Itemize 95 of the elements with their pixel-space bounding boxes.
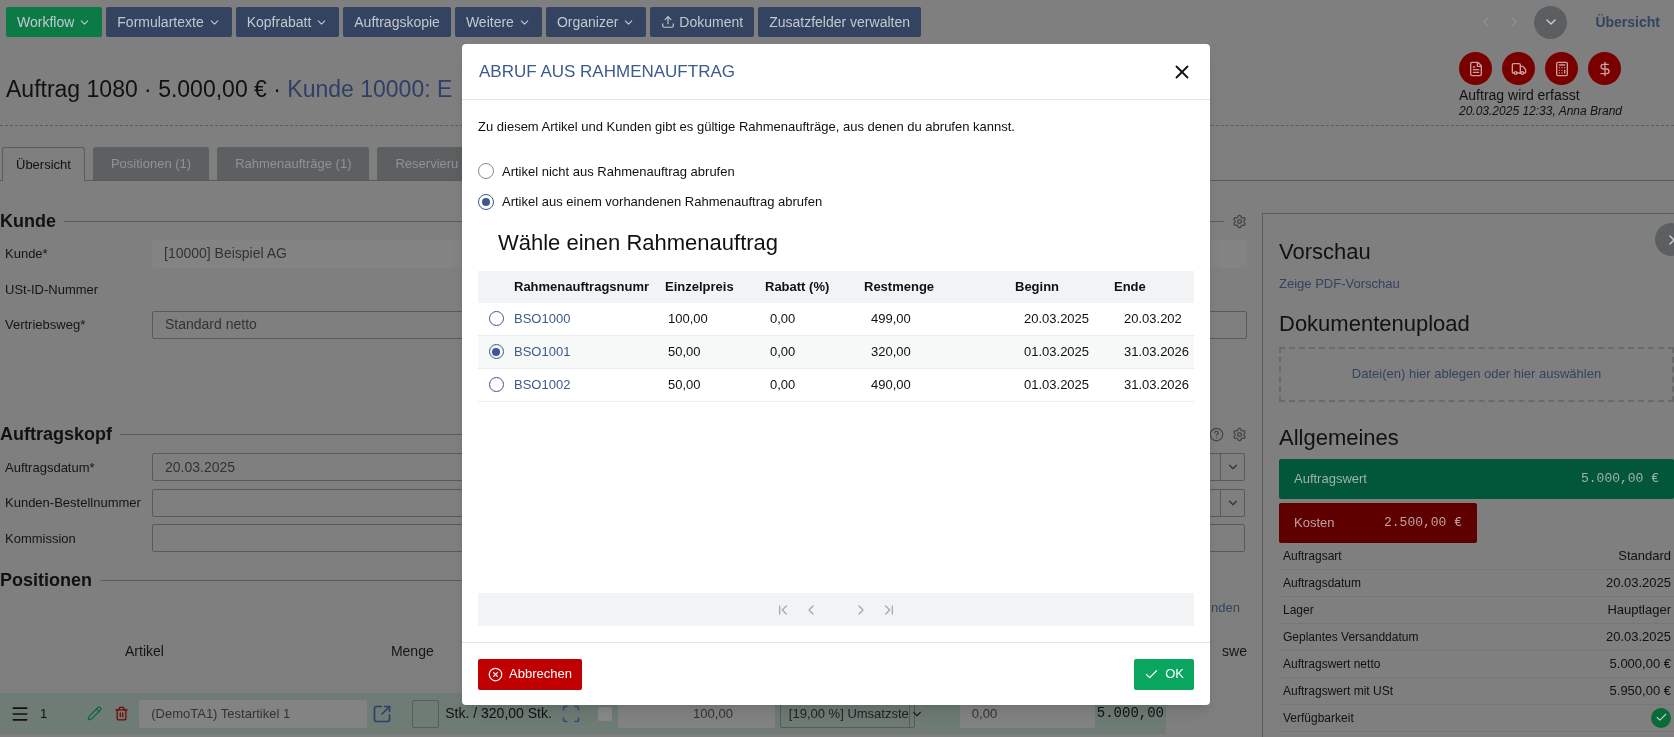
intro-text: Zu diesem Artikel und Kunden gibt es gültige Rahmenaufträge, aus denen du abrufen kannst. bbox=[478, 118, 1016, 136]
dropdown-button[interactable] bbox=[1534, 5, 1568, 39]
calculator-icon[interactable] bbox=[1545, 52, 1578, 85]
table-cell-text: 0,00 bbox=[769, 342, 797, 361]
fact-value: 20.03.2025 bbox=[1605, 573, 1671, 592]
fact-label: Auftragsart bbox=[1283, 547, 1342, 565]
toolbar-button[interactable]: Dokument bbox=[650, 7, 755, 37]
column-header: Einzelpreis bbox=[665, 277, 735, 296]
table-cell-text: 20.03.2025 bbox=[1023, 309, 1091, 328]
fact-label: Auftragswert mit USt bbox=[1283, 682, 1394, 700]
toolbar-button[interactable]: Zusatzfelder verwalten bbox=[758, 7, 921, 37]
external-link-icon[interactable] bbox=[372, 703, 393, 724]
contract-link[interactable]: BSO1000 bbox=[514, 308, 665, 329]
tab[interactable]: Übersicht bbox=[2, 147, 85, 181]
scan-icon[interactable] bbox=[560, 703, 581, 724]
quantity-text: Stk. / 320,00 Stk. bbox=[445, 704, 552, 723]
table-cell-text: 0,00 bbox=[769, 375, 797, 394]
section-title: Positionen bbox=[0, 568, 92, 592]
table-cell-text: 31.03.2026 bbox=[1123, 375, 1190, 394]
total-value: 5.000,00 bbox=[1096, 704, 1164, 723]
table-cell-text: 100,00 bbox=[667, 309, 709, 328]
radio-option[interactable]: Artikel aus einem vorhandenen Rahmenauftrag abrufen bbox=[478, 192, 1194, 212]
section-title: Auftragskopf bbox=[0, 423, 112, 446]
table-cell-text: 320,00 bbox=[870, 342, 912, 361]
cancel-icon bbox=[488, 666, 503, 682]
column-header: Artikel bbox=[125, 641, 164, 661]
cancel-button[interactable]: Abbrechen bbox=[478, 658, 582, 690]
delete-icon[interactable] bbox=[114, 706, 130, 721]
help-icon[interactable] bbox=[1209, 427, 1224, 442]
toolbar-button[interactable]: Formulartexte bbox=[106, 7, 232, 37]
panel-title: Dokumentenupload bbox=[1279, 309, 1470, 338]
column-header: Menge bbox=[390, 641, 434, 661]
toolbar-button[interactable]: Organizer bbox=[545, 7, 647, 37]
toolbar-button[interactable]: Kopfrabatt bbox=[235, 7, 340, 37]
fact-value: 20.03.2025 bbox=[1605, 627, 1671, 646]
cost-bar: Kosten 2.500,00 € bbox=[1279, 502, 1477, 543]
quantity-field[interactable] bbox=[412, 699, 440, 728]
fact-value: 5.950,00 € bbox=[1609, 681, 1671, 700]
column-header: Rabatt (%) bbox=[765, 277, 831, 296]
article-field[interactable]: (DemoTA1) Testartikel 1 bbox=[139, 699, 368, 728]
table-cell-text: 31.03.2026 bbox=[1123, 342, 1190, 361]
table-cell-text: 0,00 bbox=[769, 309, 797, 328]
position-number: 1 bbox=[40, 704, 48, 723]
fact-label: Auftragsdatum bbox=[1283, 574, 1362, 592]
fact-value: 5.000,00 € bbox=[1609, 654, 1671, 673]
check-icon bbox=[1651, 707, 1671, 728]
field-label: Kunde* bbox=[4, 245, 49, 263]
status-meta: 20.03.2025 12:33, Anna Brand bbox=[1459, 104, 1624, 119]
toolbar-button[interactable]: Workflow bbox=[6, 7, 103, 37]
toolbar-button[interactable]: Auftragskopie bbox=[343, 7, 451, 37]
table-cell-text: 20.03.202 bbox=[1123, 309, 1182, 328]
dialog-title: ABRUF AUS RAHMENAUFTRAG bbox=[479, 60, 735, 83]
fact-label: Geplantes Versanddatum bbox=[1283, 628, 1419, 646]
toggle-box[interactable] bbox=[597, 706, 612, 721]
table-cell-text: 01.03.2025 bbox=[1023, 375, 1091, 394]
contract-link[interactable]: BSO1001 bbox=[514, 341, 665, 362]
panel-title: Allgemeines bbox=[1279, 423, 1399, 452]
column-header: Restmenge bbox=[864, 277, 936, 296]
field-label: USt-ID-Nummer bbox=[4, 280, 100, 299]
table-row[interactable]: BSO1001 50,00 0,00 320,00 01.03.2025 31.03.2026 bbox=[478, 335, 1194, 369]
contract-link[interactable]: BSO1002 bbox=[514, 374, 665, 395]
column-header: Beginn bbox=[1015, 277, 1061, 296]
table-cell-text: 490,00 bbox=[870, 375, 912, 394]
fact-label: Auftragswert netto bbox=[1283, 655, 1381, 673]
ok-button[interactable]: OK bbox=[1134, 658, 1194, 690]
table-cell-text: 50,00 bbox=[667, 375, 702, 394]
order-value-bar: Auftragswert 5.000,00 € bbox=[1279, 458, 1674, 499]
column-header: swe bbox=[1222, 641, 1247, 661]
field-label: Kunden-Bestellnummer bbox=[4, 494, 142, 512]
table-cell-text: 01.03.2025 bbox=[1023, 342, 1091, 361]
column-header: Rahmenauftragsnumr bbox=[514, 277, 651, 296]
truck-icon[interactable] bbox=[1502, 52, 1535, 85]
order-title: Auftrag 1080 · 5.000,00 € · Kunde 10000: E bbox=[6, 76, 453, 102]
fact-label: Lager bbox=[1283, 601, 1314, 619]
table-cell-text: 50,00 bbox=[667, 342, 702, 361]
fact-label: Verfügbarkeit bbox=[1283, 709, 1354, 727]
settings-icon[interactable] bbox=[1232, 213, 1247, 229]
fact-value: Standard bbox=[1618, 546, 1671, 565]
section-title: Kunde bbox=[0, 209, 56, 233]
table-cell-text: 499,00 bbox=[870, 309, 912, 328]
settings-icon[interactable] bbox=[1232, 427, 1247, 442]
fact-value: Hauptlager bbox=[1607, 600, 1671, 619]
field-label: Vertriebsweg* bbox=[4, 316, 87, 334]
edit-icon[interactable] bbox=[87, 706, 103, 721]
field-label: Auftragsdatum* bbox=[4, 458, 96, 477]
panel-title: Vorschau bbox=[1279, 238, 1371, 266]
dollar-icon[interactable] bbox=[1588, 52, 1621, 85]
field-label: Kommission bbox=[4, 529, 77, 548]
table-title: Wähle einen Rahmenauftrag bbox=[497, 228, 780, 257]
column-header: Ende bbox=[1114, 277, 1146, 296]
radio-option[interactable]: Artikel nicht aus Rahmenauftrag abrufen bbox=[478, 161, 1194, 181]
document-icon[interactable] bbox=[1459, 52, 1492, 85]
status-text: Auftrag wird erfasst bbox=[1459, 87, 1581, 104]
toolbar-button[interactable]: Weitere bbox=[454, 7, 542, 37]
upload-icon bbox=[661, 15, 676, 29]
